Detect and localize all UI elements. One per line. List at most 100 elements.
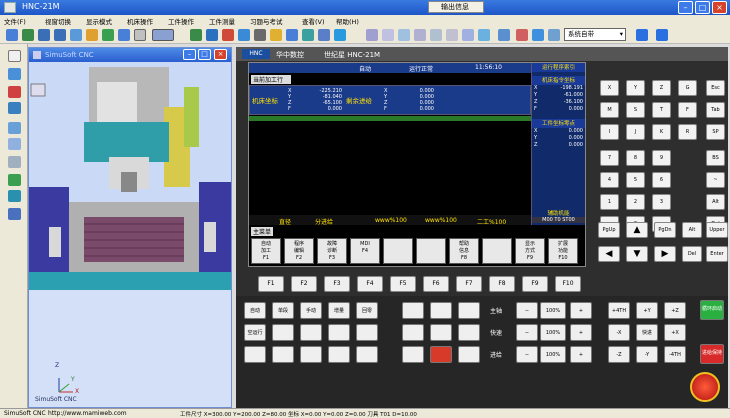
open-icon[interactable] <box>22 29 34 41</box>
key-g[interactable]: G <box>678 80 697 96</box>
cycle-start-button[interactable]: 循环启动 <box>700 300 724 320</box>
key-i[interactable]: I <box>600 124 619 140</box>
menu-machine-op[interactable]: 机床操作 <box>127 16 153 26</box>
mode-auto-key[interactable]: 自动 <box>244 302 266 319</box>
grid-icon[interactable] <box>8 208 21 220</box>
f8-key[interactable]: F8 <box>489 276 515 292</box>
softkey-diagnose[interactable]: 故障 诊断 F3 <box>317 238 347 264</box>
display-icon[interactable] <box>318 29 330 41</box>
spindle-jog-key[interactable] <box>328 346 350 363</box>
menu-exercise[interactable]: 习题与考试 <box>250 16 283 26</box>
x100-key[interactable] <box>328 324 350 341</box>
menu-display-mode[interactable]: 显示模式 <box>86 16 112 26</box>
mode-home-key[interactable]: 回零 <box>356 302 378 319</box>
key-z[interactable]: Z <box>652 80 671 96</box>
pgup-key[interactable]: PgUp <box>598 222 620 238</box>
step-icon[interactable] <box>532 29 544 41</box>
aux-key-9[interactable] <box>458 346 480 363</box>
key-6[interactable]: 6 <box>652 172 671 188</box>
mode-manual-key[interactable]: 手动 <box>300 302 322 319</box>
window-icon[interactable] <box>134 29 146 41</box>
tool-icon[interactable] <box>190 29 202 41</box>
aux-key-7[interactable] <box>402 346 424 363</box>
fit-icon[interactable] <box>102 29 114 41</box>
menu-file[interactable]: 文件(F) <box>4 16 26 26</box>
softkey-help[interactable]: 帮助 信息 F8 <box>449 238 479 264</box>
key-7[interactable]: 7 <box>600 150 619 166</box>
section-icon[interactable] <box>382 29 394 41</box>
aux-key-5[interactable] <box>430 324 452 341</box>
key-4[interactable]: 4 <box>600 172 619 188</box>
track-icon[interactable] <box>398 29 410 41</box>
key-esc[interactable]: Esc <box>706 80 725 96</box>
del-key[interactable]: Del <box>682 246 702 262</box>
softkey-blank-3[interactable] <box>482 238 512 264</box>
spindle-plus-key[interactable]: + <box>570 302 592 319</box>
aux-key-4[interactable] <box>402 324 424 341</box>
list-icon[interactable] <box>498 29 510 41</box>
aux-key-3[interactable] <box>458 302 480 319</box>
menu-help[interactable]: 帮助(H) <box>336 16 359 26</box>
softkey-display[interactable]: 显示 方式 F9 <box>515 238 545 264</box>
f2-key[interactable]: F2 <box>291 276 317 292</box>
key-x[interactable]: X <box>600 80 619 96</box>
axis-minus-4th-key[interactable]: -4TH <box>664 346 686 363</box>
mode-increment-key[interactable]: 增量 <box>328 302 350 319</box>
rapid-plus-key[interactable]: + <box>570 324 592 341</box>
f9-key[interactable]: F9 <box>522 276 548 292</box>
f3-key[interactable]: F3 <box>324 276 350 292</box>
key-tab[interactable]: Tab <box>706 102 725 118</box>
graph-icon[interactable] <box>334 29 346 41</box>
arrow-up-icon[interactable]: ▲ <box>626 222 648 238</box>
pan-icon[interactable] <box>70 29 82 41</box>
globe-icon[interactable] <box>8 68 21 80</box>
close-icon[interactable]: × <box>712 1 727 14</box>
feed-plus-key[interactable]: + <box>570 346 592 363</box>
f4-key[interactable]: F4 <box>357 276 383 292</box>
key-8[interactable]: 8 <box>626 150 645 166</box>
new-icon[interactable] <box>6 29 18 41</box>
tree-icon[interactable] <box>8 174 21 186</box>
arrow-right-icon[interactable]: ▶ <box>654 246 676 262</box>
key-s[interactable]: S <box>626 102 645 118</box>
speed-icon[interactable] <box>548 29 560 41</box>
zoom-out-icon[interactable] <box>54 29 66 41</box>
brush-icon[interactable] <box>8 102 21 114</box>
measure-icon[interactable] <box>238 29 250 41</box>
spindle-cw-key[interactable] <box>244 346 266 363</box>
cycle-icon[interactable] <box>478 29 490 41</box>
key-m[interactable]: M <box>600 102 619 118</box>
key-1[interactable]: 1 <box>600 194 619 210</box>
dry-run-key[interactable]: 空运行 <box>244 324 266 341</box>
key-j[interactable]: J <box>626 124 645 140</box>
softkey-extend[interactable]: 扩展 功能 F10 <box>548 238 578 264</box>
aux-key-6[interactable] <box>458 324 480 341</box>
aux-key-2[interactable] <box>430 302 452 319</box>
feed-minus-key[interactable]: − <box>516 346 538 363</box>
key-r[interactable]: R <box>678 124 697 140</box>
menu-workpiece-op[interactable]: 工件操作 <box>168 16 194 26</box>
upper-key[interactable]: Upper <box>706 222 728 238</box>
cover-icon[interactable] <box>270 29 282 41</box>
f1-key[interactable]: F1 <box>258 276 284 292</box>
hand-icon[interactable] <box>462 29 474 41</box>
f5-key[interactable]: F5 <box>390 276 416 292</box>
axis-minus-y-key[interactable]: -Y <box>636 346 658 363</box>
ruler-icon[interactable] <box>366 29 378 41</box>
rapid-minus-key[interactable]: − <box>516 324 538 341</box>
softkey-mdi[interactable]: MDI F4 <box>350 238 380 264</box>
menu-measure[interactable]: 工件测量 <box>209 16 235 26</box>
menu-view-switch[interactable]: 视窗切换 <box>45 16 71 26</box>
aux-key-1[interactable] <box>402 302 424 319</box>
f7-key[interactable]: F7 <box>456 276 482 292</box>
sim-minimize-icon[interactable]: – <box>183 49 196 60</box>
corner-icon[interactable] <box>430 29 442 41</box>
maximize-icon[interactable]: □ <box>695 1 710 14</box>
line-icon[interactable] <box>446 29 458 41</box>
page-icon[interactable] <box>8 122 21 134</box>
emergency-stop-button[interactable] <box>690 372 720 402</box>
axis-minus-x-key[interactable]: -X <box>608 324 630 341</box>
info-icon[interactable] <box>8 138 21 150</box>
key-sp[interactable]: SP <box>706 124 725 140</box>
skip-icon[interactable] <box>656 29 668 41</box>
